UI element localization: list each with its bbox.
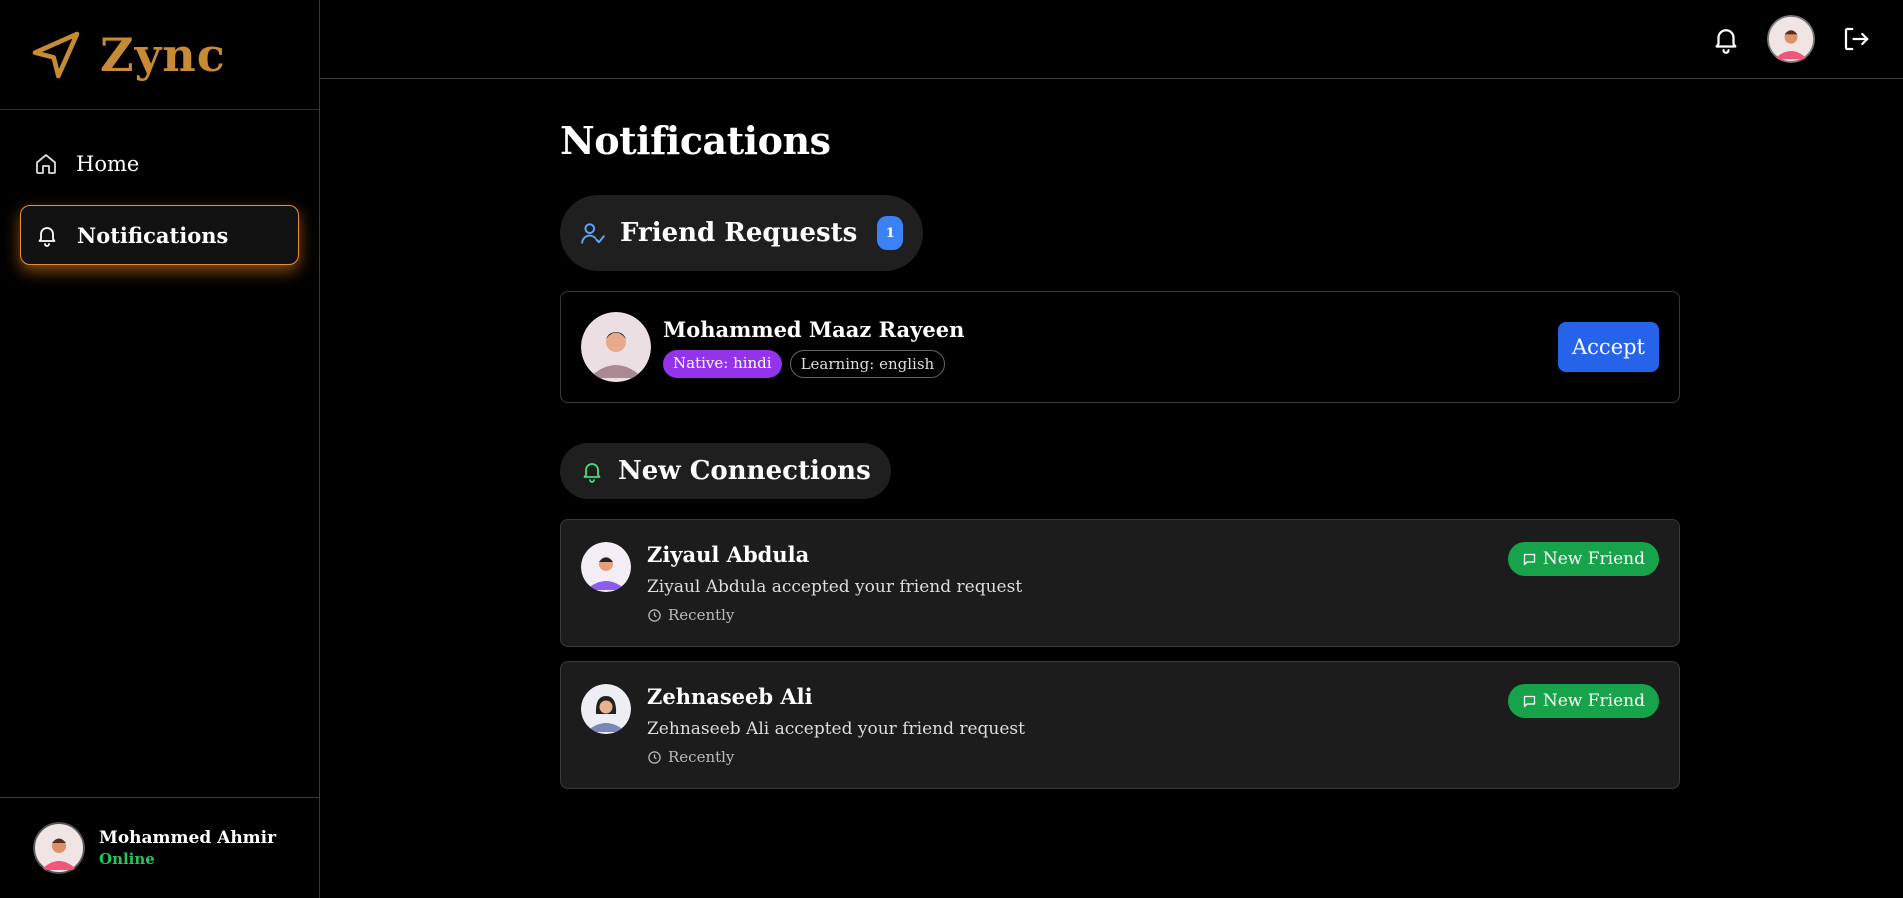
request-info: Mohammed Maaz Rayeen Native: hindi Learn… — [663, 317, 1558, 378]
user-status: Online — [99, 850, 155, 868]
native-language-tag: Native: hindi — [663, 349, 782, 378]
friend-request-card: Mohammed Maaz Rayeen Native: hindi Learn… — [560, 291, 1680, 403]
avatar — [33, 822, 85, 874]
connection-info: Zehnaseeb Ali Zehnaseeb Ali accepted you… — [647, 684, 1025, 766]
sidebar-item-label: Home — [76, 152, 140, 176]
current-user[interactable]: Mohammed Ahmir Online — [0, 797, 320, 898]
clock-icon — [648, 750, 661, 764]
sidebar: Zync Home Notifications Mohammed Ahmir O… — [0, 0, 320, 898]
user-name: Mohammed Ahmir — [99, 828, 277, 848]
time-label: Recently — [668, 748, 735, 766]
bell-icon[interactable] — [1711, 24, 1741, 54]
clock-icon — [648, 608, 661, 622]
main-content: Notifications Friend Requests 1 Mohammed… — [560, 118, 1680, 789]
connection-time: Recently — [647, 748, 1025, 766]
section-title: Friend Requests — [620, 218, 858, 248]
time-label: Recently — [668, 606, 735, 624]
sidebar-item-label: Notifications — [77, 222, 229, 248]
logo[interactable]: Zync — [0, 0, 319, 110]
new-friend-badge: New Friend — [1507, 542, 1659, 576]
connection-card: Zehnaseeb Ali Zehnaseeb Ali accepted you… — [560, 661, 1680, 789]
connection-message: Zehnaseeb Ali accepted your friend reque… — [647, 719, 1025, 739]
page-title: Notifications — [560, 118, 831, 163]
connection-message: Ziyaul Abdula accepted your friend reque… — [647, 577, 1023, 597]
accept-button[interactable]: Accept — [1558, 322, 1659, 372]
connection-name: Ziyaul Abdula — [647, 542, 810, 567]
bell-icon — [583, 463, 601, 483]
badge-label: New Friend — [1542, 549, 1645, 569]
new-friend-badge: New Friend — [1507, 684, 1659, 718]
avatar — [581, 312, 651, 382]
sidebar-item-home[interactable]: Home — [20, 134, 299, 194]
avatar — [581, 684, 631, 734]
paper-plane-icon — [32, 31, 80, 78]
app-name: Zync — [100, 27, 226, 82]
connection-name: Zehnaseeb Ali — [647, 684, 813, 709]
home-icon — [36, 154, 56, 174]
logout-icon[interactable] — [1841, 24, 1871, 54]
language-tags: Native: hindi Learning: english — [663, 349, 1558, 378]
count-badge: 1 — [877, 216, 904, 250]
sidebar-item-notifications[interactable]: Notifications — [20, 205, 299, 265]
connection-card: Ziyaul Abdula Ziyaul Abdula accepted you… — [560, 519, 1680, 647]
new-connections-header: New Connections — [560, 443, 891, 499]
message-icon — [1523, 695, 1535, 707]
topbar — [320, 0, 1903, 79]
avatar[interactable] — [1767, 15, 1815, 63]
section-title: New Connections — [618, 456, 871, 486]
connection-time: Recently — [647, 606, 1022, 624]
user-check-icon — [581, 223, 605, 244]
requester-name: Mohammed Maaz Rayeen — [663, 316, 965, 342]
badge-label: New Friend — [1542, 691, 1645, 711]
sidebar-nav: Home Notifications — [0, 110, 319, 300]
avatar — [581, 542, 631, 592]
learning-language-tag: Learning: english — [789, 349, 946, 378]
friend-requests-header: Friend Requests 1 — [560, 195, 924, 271]
message-icon — [1523, 553, 1535, 565]
bell-icon — [38, 227, 56, 247]
connection-info: Ziyaul Abdula Ziyaul Abdula accepted you… — [647, 542, 1022, 624]
